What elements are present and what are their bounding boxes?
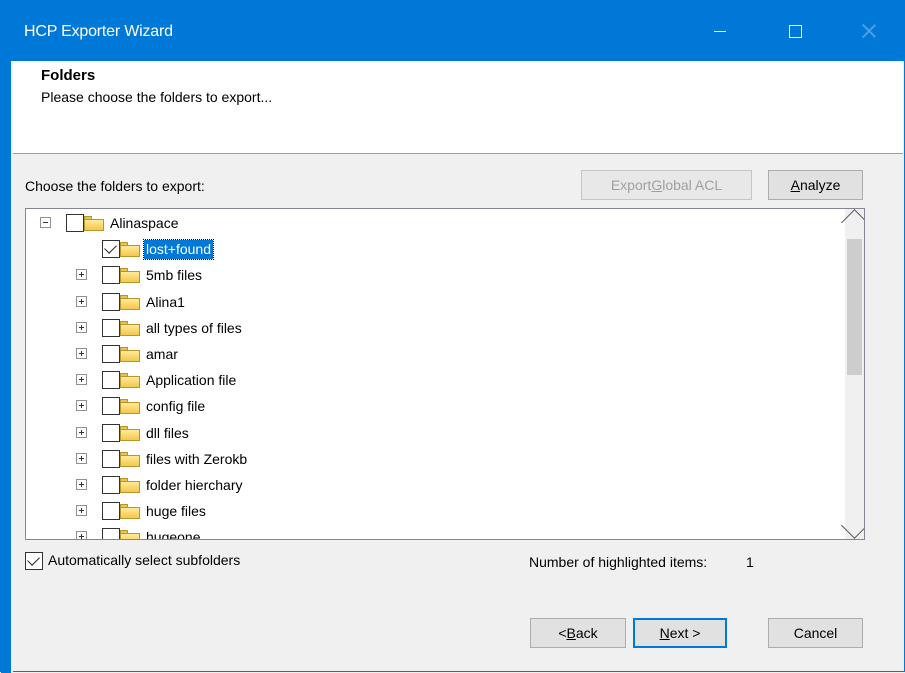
- tree-item-label[interactable]: dll files: [144, 424, 191, 443]
- tree-item-label[interactable]: lost+found: [143, 239, 214, 261]
- title-bar[interactable]: HCP Exporter Wizard: [1, 1, 904, 61]
- export-global-acl-button[interactable]: Export Global ACL: [581, 170, 752, 200]
- tree-item[interactable]: all types of files: [26, 315, 841, 341]
- folder-icon: [120, 530, 140, 539]
- tree-scrollbar[interactable]: [841, 209, 864, 539]
- folder-checkbox[interactable]: [102, 345, 120, 363]
- expand-icon[interactable]: [76, 479, 87, 490]
- folder-checkbox[interactable]: [102, 502, 120, 521]
- tree-item-label[interactable]: hugeone: [144, 528, 203, 539]
- tree-item-label[interactable]: files with Zerokb: [144, 450, 249, 469]
- tree-item[interactable]: Alina1: [26, 289, 841, 315]
- maximize-icon: [788, 24, 802, 38]
- folder-icon: [120, 347, 140, 362]
- scroll-thumb[interactable]: [847, 239, 862, 375]
- cancel-button[interactable]: Cancel: [768, 618, 863, 648]
- folder-checkbox[interactable]: [102, 266, 120, 285]
- scroll-up-button[interactable]: [841, 209, 864, 236]
- tree-item-label[interactable]: Alinaspace: [108, 214, 181, 233]
- folder-checkbox[interactable]: [102, 292, 120, 311]
- back-button[interactable]: < Back: [530, 618, 626, 648]
- tree-item[interactable]: hugeone: [26, 524, 841, 539]
- tree-item[interactable]: amar: [26, 341, 841, 367]
- folder-icon: [120, 242, 140, 258]
- expand-icon[interactable]: [76, 426, 87, 438]
- folder-checkbox[interactable]: [102, 397, 120, 416]
- tree-item-label[interactable]: Alina1: [144, 293, 187, 312]
- folder-icon: [120, 320, 140, 336]
- folder-tree[interactable]: Alinaspace lost+found 5mb files Alina1 all t…: [25, 208, 865, 540]
- collapse-icon[interactable]: [40, 217, 51, 228]
- close-icon: [862, 24, 876, 38]
- expand-icon[interactable]: [76, 295, 87, 307]
- tree-item[interactable]: Application file: [26, 367, 841, 393]
- folder-checkbox[interactable]: [102, 449, 120, 468]
- folder-icon: [84, 216, 104, 231]
- tree-item-label[interactable]: 5mb files: [144, 266, 204, 285]
- tree-item-label[interactable]: folder hierchary: [144, 476, 245, 495]
- folder-icon: [120, 373, 140, 389]
- tree-item-label[interactable]: config file: [144, 397, 207, 416]
- tree-item[interactable]: lost+found: [26, 236, 841, 262]
- folder-checkbox[interactable]: [102, 476, 120, 494]
- tree-item[interactable]: config file: [26, 393, 841, 419]
- tree-item[interactable]: files with Zerokb: [26, 446, 841, 472]
- highlighted-items-count: 1: [746, 554, 754, 570]
- window-border-left: [1, 61, 13, 673]
- folder-icon: [120, 268, 140, 284]
- folder-checkbox[interactable]: [102, 528, 120, 539]
- minimize-button[interactable]: [688, 1, 752, 61]
- page-subtitle: Please choose the folders to export...: [41, 89, 273, 105]
- tree-item[interactable]: dll files: [26, 420, 841, 446]
- choose-folders-label: Choose the folders to export:: [25, 178, 205, 194]
- folder-icon: [120, 451, 140, 467]
- expand-icon[interactable]: [76, 348, 87, 359]
- chevron-up-icon: [841, 209, 864, 236]
- scroll-down-button[interactable]: [841, 512, 864, 539]
- folder-checkbox[interactable]: [102, 318, 120, 337]
- tree-item[interactable]: folder hierchary: [26, 472, 841, 498]
- minimize-icon: [714, 30, 726, 32]
- expand-icon[interactable]: [76, 321, 87, 333]
- next-button[interactable]: Next >: [633, 618, 727, 648]
- chevron-down-icon: [841, 512, 864, 539]
- expand-icon[interactable]: [76, 505, 87, 517]
- auto-select-subfolders-label[interactable]: Automatically select subfolders: [48, 552, 240, 568]
- folder-icon: [120, 504, 140, 520]
- page-title: Folders: [41, 67, 96, 84]
- close-button[interactable]: [837, 1, 901, 61]
- folder-checkbox[interactable]: [102, 240, 120, 259]
- wizard-header: Folders Please choose the folders to exp…: [13, 61, 903, 154]
- tree-item-label[interactable]: Application file: [144, 371, 238, 390]
- auto-select-subfolders-checkbox[interactable]: [25, 552, 43, 570]
- tree-item[interactable]: 5mb files: [26, 262, 841, 288]
- folder-icon: [120, 425, 140, 441]
- folder-checkbox[interactable]: [102, 371, 120, 390]
- tree-item-label[interactable]: huge files: [144, 502, 208, 521]
- expand-icon[interactable]: [76, 452, 87, 464]
- tree-item-label[interactable]: amar: [144, 345, 180, 364]
- analyze-button[interactable]: Analyze: [768, 170, 863, 200]
- window-title: HCP Exporter Wizard: [24, 23, 173, 40]
- wizard-window: HCP Exporter Wizard Folders Please choos…: [0, 0, 905, 673]
- tree-item-label[interactable]: all types of files: [144, 319, 244, 338]
- folder-checkbox[interactable]: [102, 423, 120, 442]
- expand-icon[interactable]: [76, 531, 87, 539]
- folder-icon: [120, 399, 140, 415]
- expand-icon[interactable]: [76, 400, 87, 412]
- folder-icon: [120, 478, 140, 493]
- expand-icon[interactable]: [76, 374, 87, 386]
- expand-icon[interactable]: [76, 269, 87, 281]
- maximize-button[interactable]: [763, 1, 827, 61]
- folder-icon: [120, 294, 140, 310]
- folder-checkbox[interactable]: [66, 214, 84, 232]
- highlighted-items-label: Number of highlighted items:: [529, 554, 708, 570]
- tree-item[interactable]: huge files: [26, 498, 841, 524]
- tree-root-item[interactable]: Alinaspace: [26, 210, 841, 236]
